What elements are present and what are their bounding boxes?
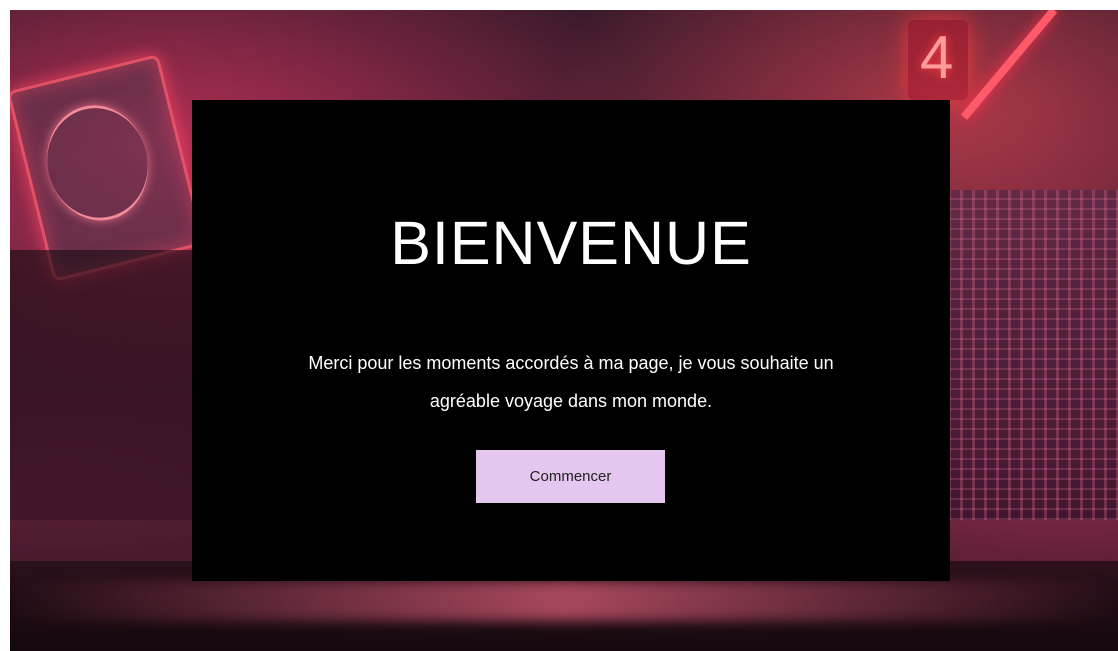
neon-bar-decoration xyxy=(960,10,1058,120)
building-silhouette-right xyxy=(948,190,1118,520)
building-silhouette-left xyxy=(10,250,200,520)
welcome-title: BIENVENUE xyxy=(390,209,752,277)
start-button[interactable]: Commencer xyxy=(476,450,665,503)
page: 4 BIENVENUE Merci pour les moments accor… xyxy=(0,0,1118,651)
neon-number-sign: 4 xyxy=(908,20,968,100)
welcome-message: Merci pour les moments accordés à ma pag… xyxy=(308,353,834,411)
welcome-card: BIENVENUE Merci pour les moments accordé… xyxy=(192,100,950,581)
neon-sign-decoration xyxy=(10,54,206,282)
neon-number-text: 4 xyxy=(920,24,954,91)
